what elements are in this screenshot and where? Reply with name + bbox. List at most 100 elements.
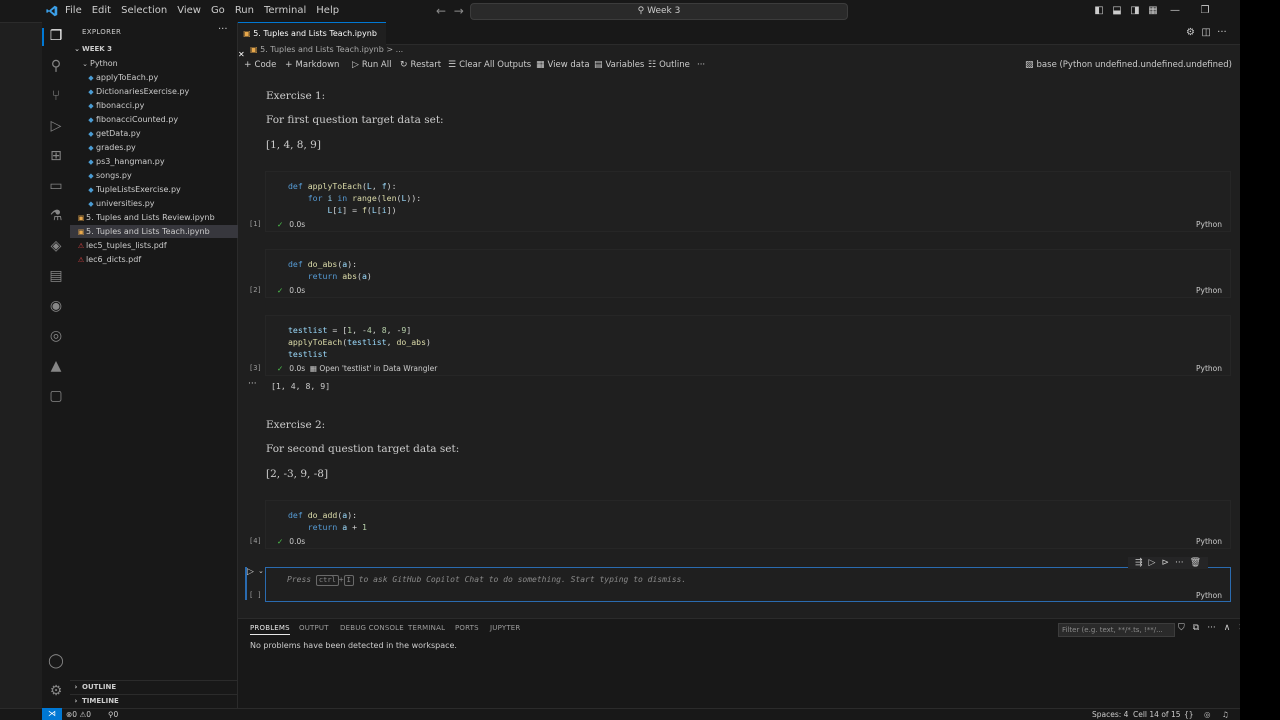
remote-explorer-icon[interactable]: ▭ xyxy=(48,178,64,194)
tab-debug-console[interactable]: DEBUG CONSOLE xyxy=(340,624,404,632)
toggle-panel-icon[interactable]: ⬓ xyxy=(1108,0,1126,22)
file-item[interactable]: ◆ applyToEach.py xyxy=(70,71,253,84)
menu-run[interactable]: Run xyxy=(230,0,259,22)
problems-filter-input[interactable]: Filter (e.g. text, **/*.ts, !**/... xyxy=(1058,623,1175,637)
run-below-icon[interactable]: ⊳ xyxy=(1161,558,1169,568)
copilot-hint[interactable]: Press ctrl + I to ask GitHub Copilot Chat … xyxy=(287,575,686,586)
run-above-icon[interactable]: ⇶ xyxy=(1135,558,1143,568)
file-item[interactable]: ◆ TupleListsExercise.py xyxy=(70,183,253,196)
restart-button[interactable]: ↻ Restart xyxy=(400,57,441,73)
cell-language[interactable]: Python xyxy=(1196,286,1222,295)
data-wrangler-link[interactable]: ▦ Open 'testlist' in Data Wrangler xyxy=(310,364,437,373)
file-item[interactable]: ◆ grades.py xyxy=(70,141,253,154)
collapse-all-icon[interactable]: ⧉ xyxy=(1193,623,1199,633)
code-cell-1[interactable]: def applyToEach(L, f): for i in range(le… xyxy=(249,171,1231,232)
menu-selection[interactable]: Selection xyxy=(116,0,172,22)
add-markdown-button[interactable]: + Markdown xyxy=(285,57,339,73)
tab-jupyter[interactable]: JUPYTER xyxy=(490,624,521,632)
more-actions-icon[interactable]: ··· xyxy=(218,24,228,35)
code-editor[interactable]: testlist = [1, -4, 8, -9] applyToEach(te… xyxy=(288,324,431,360)
outline-button[interactable]: ☷ Outline xyxy=(648,57,690,73)
file-item[interactable]: ◆ DictionariesExercise.py xyxy=(70,85,253,98)
file-item[interactable]: ◆ getData.py xyxy=(70,127,253,140)
menu-view[interactable]: View xyxy=(172,0,206,22)
file-item-selected[interactable]: ▣ 5. Tuples and Lists Teach.ipynb xyxy=(70,225,243,238)
code-editor[interactable]: def do_abs(a): return abs(a) xyxy=(288,258,372,282)
tab-terminal[interactable]: TERMINAL xyxy=(408,624,445,632)
output-more-icon[interactable]: ··· xyxy=(248,379,257,389)
maximize-panel-icon[interactable]: ∧ xyxy=(1224,623,1231,633)
delete-cell-icon[interactable]: 🗑 xyxy=(1190,558,1201,568)
azure-icon[interactable]: ▲ xyxy=(48,358,64,374)
toolbar-more-button[interactable]: ··· xyxy=(697,57,705,73)
menu-go[interactable]: Go xyxy=(206,0,230,22)
cell-language[interactable]: Python xyxy=(1196,537,1222,546)
menu-file[interactable]: File xyxy=(60,0,87,22)
file-item[interactable]: ⚠ lec5_tuples_lists.pdf xyxy=(70,239,243,252)
file-item[interactable]: ◆ fibonacci.py xyxy=(70,99,253,112)
notifications-icon[interactable]: ♫ xyxy=(1222,709,1229,720)
account-icon[interactable]: ◯ xyxy=(48,653,64,669)
github-icon[interactable]: ◉ xyxy=(48,298,64,314)
ports-status[interactable]: ⚲0 xyxy=(108,709,118,720)
gear-icon[interactable]: ⚙ xyxy=(1186,27,1195,38)
outline-section[interactable]: › OUTLINE xyxy=(70,680,237,694)
tab-notebook[interactable]: ▣ 5. Tuples and Lists Teach.ipynb ✕ xyxy=(238,22,386,59)
command-center-search[interactable]: ⚲ Week 3 xyxy=(470,3,848,20)
breadcrumb[interactable]: ▣ 5. Tuples and Lists Teach.ipynb > ... xyxy=(250,44,403,56)
code-cell-5[interactable]: Press ctrl + I to ask GitHub Copilot Chat … xyxy=(249,567,1231,602)
tab-ports[interactable]: PORTS xyxy=(455,624,479,632)
docker-icon[interactable]: ◈ xyxy=(48,238,64,254)
copilot-icon[interactable]: ◎ xyxy=(1204,709,1211,720)
file-item[interactable]: ▣ 5. Tuples and Lists Review.ipynb xyxy=(70,211,243,224)
code-editor[interactable]: def do_add(a): return a + 1 xyxy=(288,509,367,533)
code-cell-2[interactable]: def do_abs(a): return abs(a) [2] ✓ 0.0s P… xyxy=(249,249,1231,298)
tree-folder-python[interactable]: ⌄ Python xyxy=(70,57,247,70)
cell-language[interactable]: Python xyxy=(1196,591,1222,600)
file-item[interactable]: ⚠ lec6_dicts.pdf xyxy=(70,253,243,266)
file-item[interactable]: ◆ ps3_hangman.py xyxy=(70,155,253,168)
run-all-button[interactable]: ▷ Run All xyxy=(352,57,391,73)
variables-button[interactable]: ▤ Variables xyxy=(594,57,644,73)
file-item[interactable]: ◆ universities.py xyxy=(70,197,253,210)
settings-gear-icon[interactable]: ⚙ xyxy=(48,683,64,699)
code-cell-3[interactable]: testlist = [1, -4, 8, -9] applyToEach(te… xyxy=(249,315,1231,376)
code-cell-4[interactable]: def do_add(a): return a + 1 [4] ✓ 0.0s Py… xyxy=(249,500,1231,549)
tab-problems[interactable]: PROBLEMS xyxy=(250,624,290,635)
code-editor[interactable]: def applyToEach(L, f): for i in range(le… xyxy=(288,180,421,216)
close-panel-icon[interactable]: ✕ xyxy=(1238,623,1240,633)
chat-icon[interactable]: ▢ xyxy=(48,388,64,404)
filter-icon[interactable]: ⛉ xyxy=(1178,623,1185,633)
file-item[interactable]: ◆ songs.py xyxy=(70,169,253,182)
extensions-icon[interactable]: ⊞ xyxy=(48,148,64,164)
toggle-sidebar-icon[interactable]: ◧ xyxy=(1090,0,1108,22)
toggle-secondary-sidebar-icon[interactable]: ◨ xyxy=(1126,0,1144,22)
tree-root[interactable]: ⌄ WEEK 3 xyxy=(70,43,239,56)
cell-position-status[interactable]: Cell 14 of 15 xyxy=(1133,709,1181,720)
brackets-icon[interactable]: {} xyxy=(1184,709,1194,720)
menu-help[interactable]: Help xyxy=(311,0,344,22)
back-arrow-icon[interactable]: ← xyxy=(436,4,446,18)
minimize-icon[interactable]: — xyxy=(1160,0,1190,22)
explorer-icon[interactable]: ❐ xyxy=(48,28,64,44)
containers-icon[interactable]: ▤ xyxy=(48,268,64,284)
file-item[interactable]: ◆ fibonacciCounted.py xyxy=(70,113,253,126)
restore-icon[interactable]: ❐ xyxy=(1190,0,1220,22)
search-icon[interactable]: ⚲ xyxy=(48,58,64,74)
menu-terminal[interactable]: Terminal xyxy=(259,0,311,22)
copilot-icon[interactable]: ◎ xyxy=(48,328,64,344)
remote-indicator-icon[interactable]: ⋊ xyxy=(42,708,62,720)
execute-cell-icon[interactable]: ▷ xyxy=(1149,558,1156,568)
more-actions-icon[interactable]: ··· xyxy=(1217,27,1227,38)
split-editor-icon[interactable]: ◫ xyxy=(1201,27,1210,38)
timeline-section[interactable]: › TIMELINE xyxy=(70,694,237,708)
add-code-button[interactable]: + Code xyxy=(244,57,276,73)
cell-language[interactable]: Python xyxy=(1196,220,1222,229)
forward-arrow-icon[interactable]: → xyxy=(454,4,464,18)
view-data-button[interactable]: ▦ View data xyxy=(536,57,590,73)
menu-edit[interactable]: Edit xyxy=(87,0,116,22)
chevron-down-icon[interactable]: ⌄ xyxy=(258,567,264,575)
run-debug-icon[interactable]: ▷ xyxy=(48,118,64,134)
source-control-icon[interactable]: ⑂ xyxy=(48,88,64,104)
testing-icon[interactable]: ⚗ xyxy=(48,208,64,224)
